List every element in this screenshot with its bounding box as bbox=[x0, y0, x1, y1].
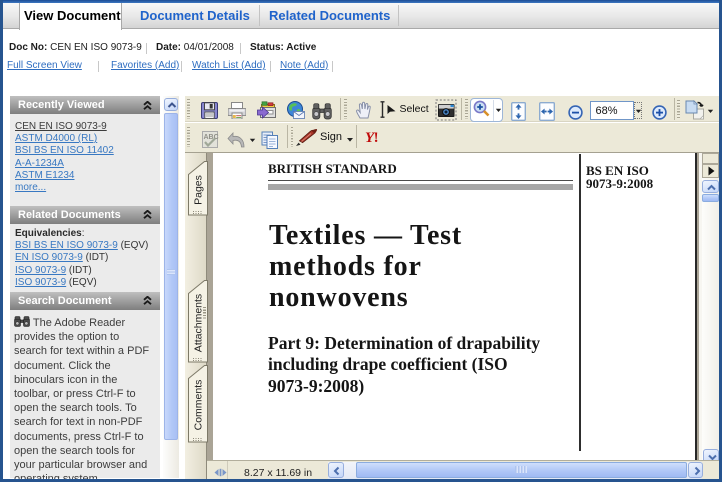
svg-text:Attachments: Attachments bbox=[193, 294, 205, 352]
svg-text:Comments: Comments bbox=[193, 380, 205, 431]
svg-text:ABC: ABC bbox=[204, 134, 219, 141]
svg-text:Pages: Pages bbox=[193, 175, 205, 205]
